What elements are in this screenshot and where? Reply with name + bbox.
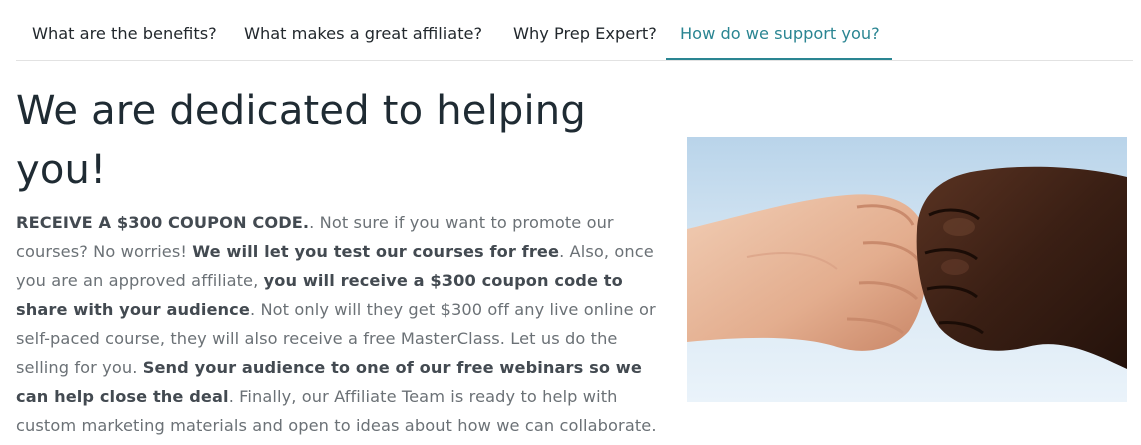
paragraph-segment: RECEIVE A $300 COUPON CODE.: [16, 213, 310, 232]
tab-support[interactable]: How do we support you?: [666, 14, 892, 60]
tab-why-prep-expert[interactable]: Why Prep Expert?: [513, 14, 657, 60]
page-headline: We are dedicated to helping you!: [16, 88, 586, 193]
tab-great-affiliate[interactable]: What makes a great affiliate?: [244, 14, 482, 60]
section-tabs: What are the benefits? What makes a grea…: [16, 0, 1133, 61]
paragraph-segment: We will let you test our courses for fre…: [192, 242, 560, 261]
fist-bump-icon: [687, 137, 1127, 402]
fist-bump-photo: [687, 137, 1127, 402]
support-paragraph: RECEIVE A $300 COUPON CODE.. Not sure if…: [16, 208, 671, 440]
tab-benefits[interactable]: What are the benefits?: [32, 14, 217, 60]
